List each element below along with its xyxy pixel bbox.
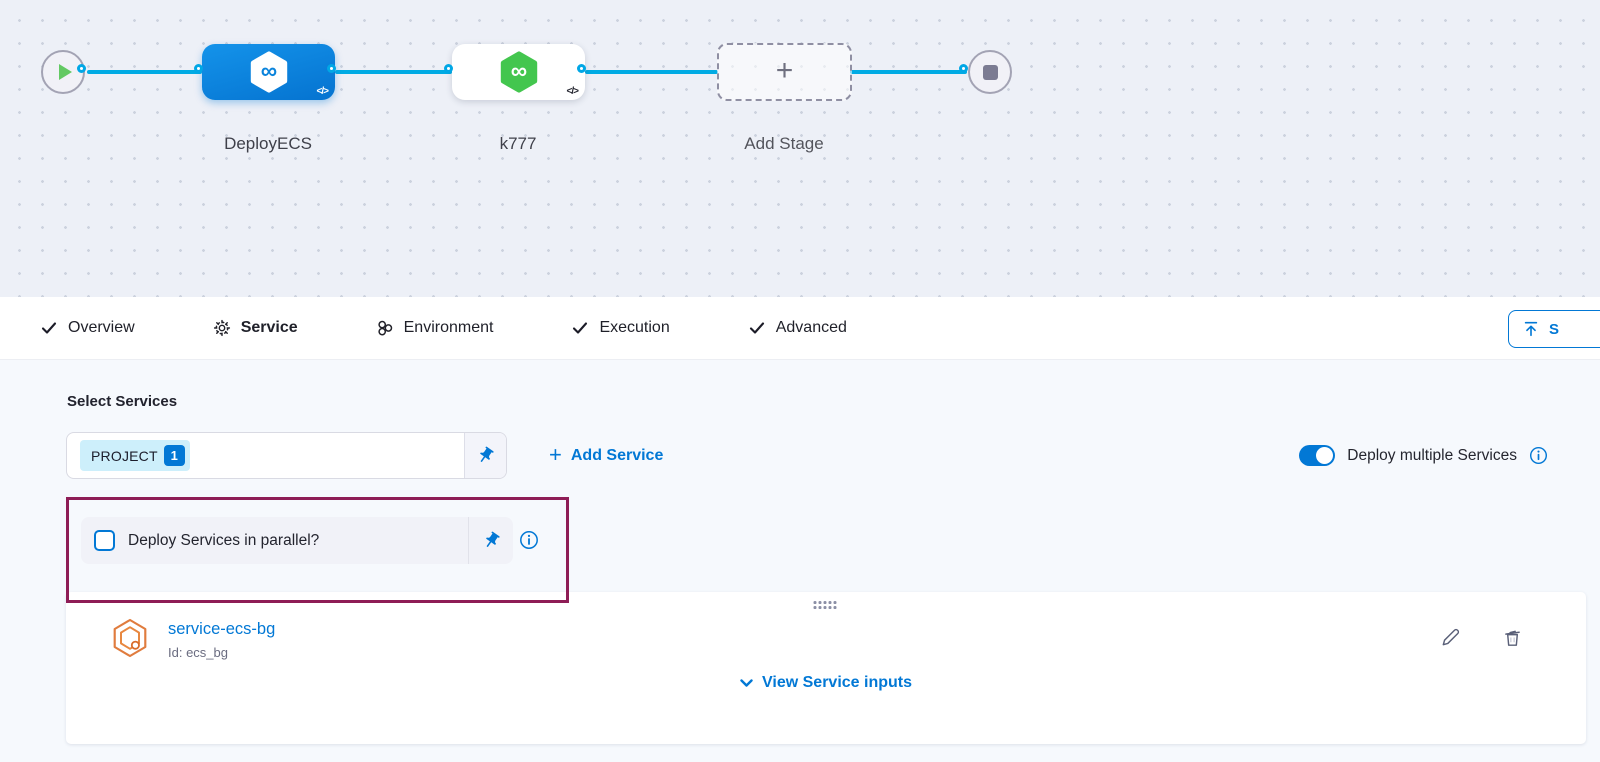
- service-name-link[interactable]: service-ecs-bg: [168, 620, 275, 639]
- chevron-down-icon: [740, 679, 753, 688]
- deploy-multiple-services-label: Deploy multiple Services: [1347, 447, 1517, 465]
- deploy-parallel-label: Deploy Services in parallel?: [128, 532, 319, 550]
- pin-runtime-input-button[interactable]: [464, 433, 506, 478]
- trash-icon[interactable]: [1501, 626, 1524, 649]
- tab-service[interactable]: Service: [213, 319, 298, 337]
- stage-label: k777: [433, 134, 603, 154]
- edit-icon[interactable]: [1439, 626, 1462, 649]
- view-service-inputs-label: View Service inputs: [762, 674, 912, 692]
- save-button[interactable]: S: [1508, 310, 1600, 348]
- harness-logo-icon: ∞: [246, 49, 292, 95]
- select-services-input[interactable]: PROJECT 1: [66, 432, 507, 479]
- select-services-label: Select Services: [67, 393, 177, 410]
- svg-text:∞: ∞: [260, 58, 276, 84]
- connector-line: [335, 70, 452, 74]
- stage-label: DeployECS: [183, 134, 353, 154]
- code-icon: </>: [567, 86, 578, 97]
- chips-area[interactable]: PROJECT 1: [67, 433, 464, 478]
- connector-line: [87, 70, 202, 74]
- tab-label: Environment: [404, 319, 494, 337]
- pipeline-end-node[interactable]: [968, 50, 1012, 94]
- connector-port[interactable]: [959, 64, 968, 73]
- connector-line: [850, 70, 967, 74]
- pin-icon: [472, 442, 498, 468]
- info-icon[interactable]: [519, 530, 539, 550]
- gear-icon: [213, 319, 231, 337]
- deploy-parallel-checkbox[interactable]: [94, 530, 115, 551]
- project-chip[interactable]: PROJECT 1: [80, 440, 190, 471]
- connector-port[interactable]: [194, 64, 203, 73]
- environment-icon: [376, 319, 394, 337]
- service-card: service-ecs-bg Id: ecs_bg View Service i…: [66, 592, 1586, 744]
- ecs-service-icon: [112, 618, 148, 658]
- project-chip-label: PROJECT: [91, 448, 158, 464]
- connector-port[interactable]: [327, 64, 336, 73]
- add-service-button[interactable]: + Add Service: [549, 446, 663, 466]
- stage-tabbar: Overview Service Environment Execution A…: [0, 297, 1600, 360]
- add-service-label: Add Service: [571, 447, 663, 465]
- tab-execution[interactable]: Execution: [571, 319, 669, 337]
- info-icon[interactable]: [1529, 446, 1548, 465]
- annotation-highlight-box: Deploy Services in parallel?: [66, 497, 569, 603]
- pipeline-canvas[interactable]: ∞ </> ∞ </> + DeployECS k777 Add Stage: [0, 0, 1600, 297]
- pin-icon: [478, 527, 504, 553]
- pin-runtime-input-button[interactable]: [468, 517, 513, 564]
- code-icon: </>: [317, 86, 328, 97]
- connector-line: [585, 70, 718, 74]
- deploy-parallel-field[interactable]: Deploy Services in parallel?: [81, 517, 513, 564]
- tab-label: Execution: [599, 319, 669, 337]
- connector-port[interactable]: [577, 64, 586, 73]
- add-stage-button[interactable]: +: [717, 43, 852, 101]
- svg-text:∞: ∞: [510, 58, 526, 84]
- save-button-label: S: [1549, 321, 1559, 338]
- add-stage-label: Add Stage: [699, 134, 869, 154]
- toggle-knob: [1316, 447, 1333, 464]
- check-icon: [40, 319, 58, 337]
- project-chip-count-badge: 1: [164, 445, 185, 466]
- upload-icon: [1522, 320, 1540, 338]
- service-id-text: Id: ecs_bg: [168, 645, 275, 660]
- stop-icon: [983, 65, 998, 80]
- tab-overview[interactable]: Overview: [40, 319, 135, 337]
- stage-node-deployecs[interactable]: ∞ </>: [202, 44, 335, 100]
- check-icon: [748, 319, 766, 337]
- check-icon: [571, 319, 589, 337]
- connector-port[interactable]: [77, 64, 86, 73]
- tab-label: Overview: [68, 319, 135, 337]
- tab-advanced[interactable]: Advanced: [748, 319, 847, 337]
- plus-icon: +: [549, 444, 562, 466]
- service-tab-panel: Select Services PROJECT 1 + Add Service: [0, 360, 1600, 762]
- deploy-multiple-services-toggle[interactable]: [1299, 445, 1335, 466]
- stage-node-k777[interactable]: ∞ </>: [452, 44, 585, 100]
- tab-label: Advanced: [776, 319, 847, 337]
- tab-label: Service: [241, 319, 298, 337]
- plus-icon: +: [776, 56, 794, 86]
- harness-logo-icon: ∞: [496, 49, 542, 95]
- connector-port[interactable]: [444, 64, 453, 73]
- drag-handle-icon[interactable]: [814, 601, 839, 611]
- play-icon: [59, 64, 72, 80]
- view-service-inputs-link[interactable]: View Service inputs: [66, 674, 1586, 692]
- tab-environment[interactable]: Environment: [376, 319, 494, 337]
